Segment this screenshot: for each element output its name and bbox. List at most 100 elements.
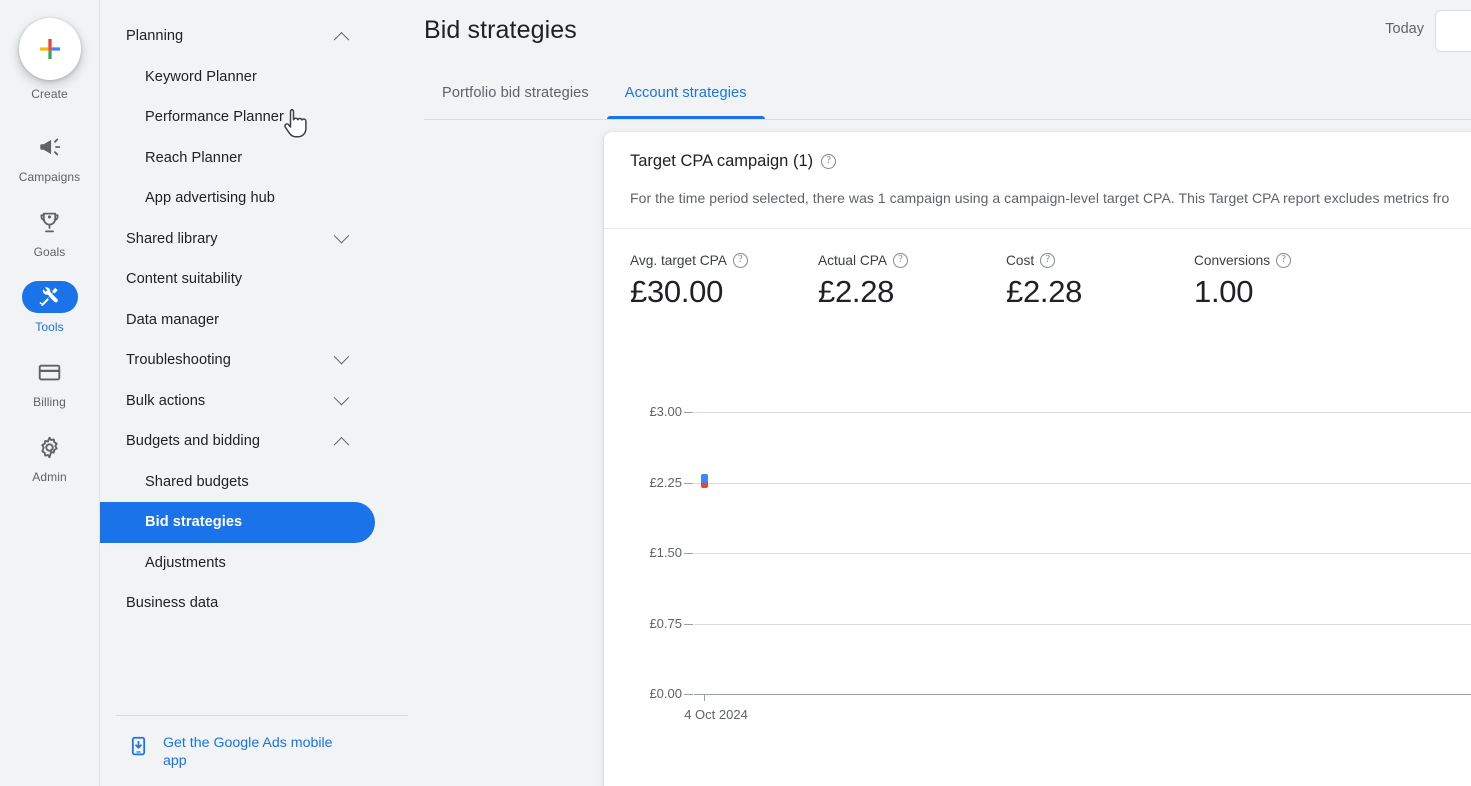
help-icon[interactable]: ? (1276, 253, 1292, 268)
chart-gridline (694, 623, 1471, 625)
nav-item-label: Keyword Planner (145, 68, 257, 85)
date-range-selector[interactable] (1435, 10, 1471, 52)
create-icon-wrap (18, 18, 81, 80)
chart-gridline (694, 412, 1471, 413)
chevron-up-icon[interactable] (333, 437, 350, 453)
metric-label-text: Avg. target CPA (630, 253, 727, 268)
card-title: Target CPA campaign (1) (630, 152, 814, 170)
nav-item-label: Adjustments (145, 554, 226, 571)
metric-value: 1.00 (1194, 274, 1254, 309)
metric-cost: Cost ? £2.28 (1006, 253, 1194, 310)
tools-icon (21, 281, 78, 313)
gear-icon (22, 431, 78, 463)
metric-avg-target-cpa: Avg. target CPA ? £30.00 (630, 253, 818, 310)
nav-item-label: Business data (126, 595, 219, 612)
nav-item-shared-library[interactable]: Shared library (100, 219, 375, 260)
nav-item-label: Bid strategies (145, 514, 243, 531)
help-icon[interactable]: ? (1040, 253, 1056, 268)
nav-item-content-suitability[interactable]: Content suitability (100, 259, 375, 300)
metric-label: Cost ? (1006, 253, 1194, 268)
rail-item-admin[interactable]: Admin (0, 431, 99, 484)
nav-item-reach-planner[interactable]: Reach Planner (100, 138, 375, 179)
nav-item-label: Data manager (126, 311, 220, 328)
metric-actual-cpa: Actual CPA ? £2.28 (818, 253, 1006, 310)
chevron-down-icon[interactable] (333, 227, 350, 244)
chart-x-tick-mark (704, 694, 705, 701)
metric-label: Conversions ? (1194, 253, 1382, 268)
nav-item-label: Shared library (126, 230, 218, 247)
rail-item-campaigns[interactable]: Campaigns (0, 131, 99, 184)
card-description: For the time period selected, there was … (630, 190, 1450, 206)
rail-item-create[interactable]: Create (0, 18, 99, 101)
metric-label-text: Cost (1006, 253, 1035, 268)
nav-item-label: App advertising hub (145, 190, 275, 207)
nav-item-label: Troubleshooting (126, 352, 231, 369)
chart-y-tick-label: £2.25 (604, 475, 693, 490)
nav-item-label: Performance Planner (145, 109, 284, 126)
chart-y-tick-label: £3.00 (604, 404, 693, 419)
mobile-app-promo[interactable]: Get the Google Ads mobile app (116, 715, 408, 786)
chart-container: Actual CPA £3.00£2.25£1.50£0.75£0.004 Oc… (604, 310, 1471, 730)
nav-item-label: Reach Planner (145, 149, 243, 166)
nav-item-adjustments[interactable]: Adjustments (100, 543, 375, 584)
nav-item-bid-strategies[interactable]: Bid strategies (100, 502, 375, 543)
metric-label-text: Actual CPA (818, 253, 887, 268)
target-cpa-campaign-card: Target CPA campaign (1) ? For the time p… (604, 132, 1471, 786)
nav-item-planning[interactable]: Planning (100, 16, 375, 57)
secondary-nav: Planning Keyword Planner Performance Plann… (100, 0, 424, 786)
nav-item-shared-budgets[interactable]: Shared budgets (100, 462, 375, 503)
chart-data-point[interactable] (701, 473, 708, 483)
rail-label-admin: Admin (32, 470, 67, 484)
rail-label-tools: Tools (35, 320, 64, 334)
nav-item-data-manager[interactable]: Data manager (100, 300, 375, 341)
nav-item-performance-planner[interactable]: Performance Planner (100, 97, 375, 138)
rail-item-goals[interactable]: Goals (0, 206, 99, 259)
app-root: Create Campaigns Goals Tools Billing Adm… (0, 0, 1471, 786)
nav-item-app-advertising-hub[interactable]: App advertising hub (100, 178, 375, 219)
secondary-nav-list: Planning Keyword Planner Performance Plann… (100, 0, 424, 715)
card-title-row: Target CPA campaign (1) ? (630, 152, 1471, 171)
mobile-download-icon (131, 736, 146, 756)
chevron-up-icon[interactable] (333, 32, 350, 48)
rail-label-create: Create (31, 87, 68, 101)
nav-item-business-data[interactable]: Business data (100, 583, 375, 624)
rail-label-billing: Billing (33, 395, 66, 409)
metric-value: £2.28 (818, 274, 895, 309)
chart-gridline (694, 553, 1471, 554)
chart-plot-area: £3.00 £2.25 £1.50 £0.75 £0.00 4 Oct 2024 (604, 402, 1471, 722)
chart-y-tick-label: £0.00 (604, 686, 693, 701)
nav-item-bulk-actions[interactable]: Bulk actions (100, 381, 375, 422)
mobile-app-promo-label[interactable]: Get the Google Ads mobile app (163, 734, 343, 770)
chevron-down-icon[interactable] (333, 349, 350, 365)
plus-icon (18, 18, 81, 80)
nav-item-label: Bulk actions (126, 392, 206, 409)
help-icon[interactable]: ? (732, 253, 748, 268)
page-title: Bid strategies (424, 16, 577, 44)
nav-item-budgets-and-bidding[interactable]: Budgets and bidding (100, 421, 375, 462)
metrics-row: Avg. target CPA ? £30.00 Actual CPA ? £2… (604, 229, 1471, 310)
nav-item-label: Shared budgets (145, 473, 249, 490)
chart-x-tick-label: 4 Oct 2024 (684, 707, 748, 722)
nav-item-label: Planning (126, 28, 184, 45)
metric-value: £30.00 (630, 274, 724, 309)
chart-y-tick-label: £1.50 (604, 545, 693, 560)
chevron-down-icon[interactable] (333, 389, 350, 406)
rail-item-tools[interactable]: Tools (0, 281, 99, 334)
chart-gridline (694, 482, 1471, 484)
help-icon[interactable]: ? (821, 154, 837, 169)
card-header: Target CPA campaign (1) ? For the time p… (604, 132, 1471, 229)
tab-portfolio-bid-strategies[interactable]: Portfolio bid strategies (424, 66, 607, 119)
rail-item-billing[interactable]: Billing (0, 356, 99, 409)
help-icon[interactable]: ? (892, 253, 908, 268)
tab-bar: Portfolio bid strategies Account strateg… (424, 66, 1471, 120)
metric-conversions: Conversions ? 1.00 (1194, 253, 1382, 310)
metric-label: Avg. target CPA ? (630, 253, 818, 268)
credit-card-icon (22, 356, 78, 388)
nav-item-keyword-planner[interactable]: Keyword Planner (100, 57, 375, 98)
chart-gridline (694, 694, 1471, 695)
nav-item-troubleshooting[interactable]: Troubleshooting (100, 340, 375, 381)
main-content: Bid strategies Today Portfolio bid strat… (424, 0, 1471, 786)
tab-account-strategies[interactable]: Account strategies (606, 66, 765, 119)
megaphone-icon (22, 131, 78, 163)
nav-item-label: Budgets and bidding (126, 433, 261, 450)
